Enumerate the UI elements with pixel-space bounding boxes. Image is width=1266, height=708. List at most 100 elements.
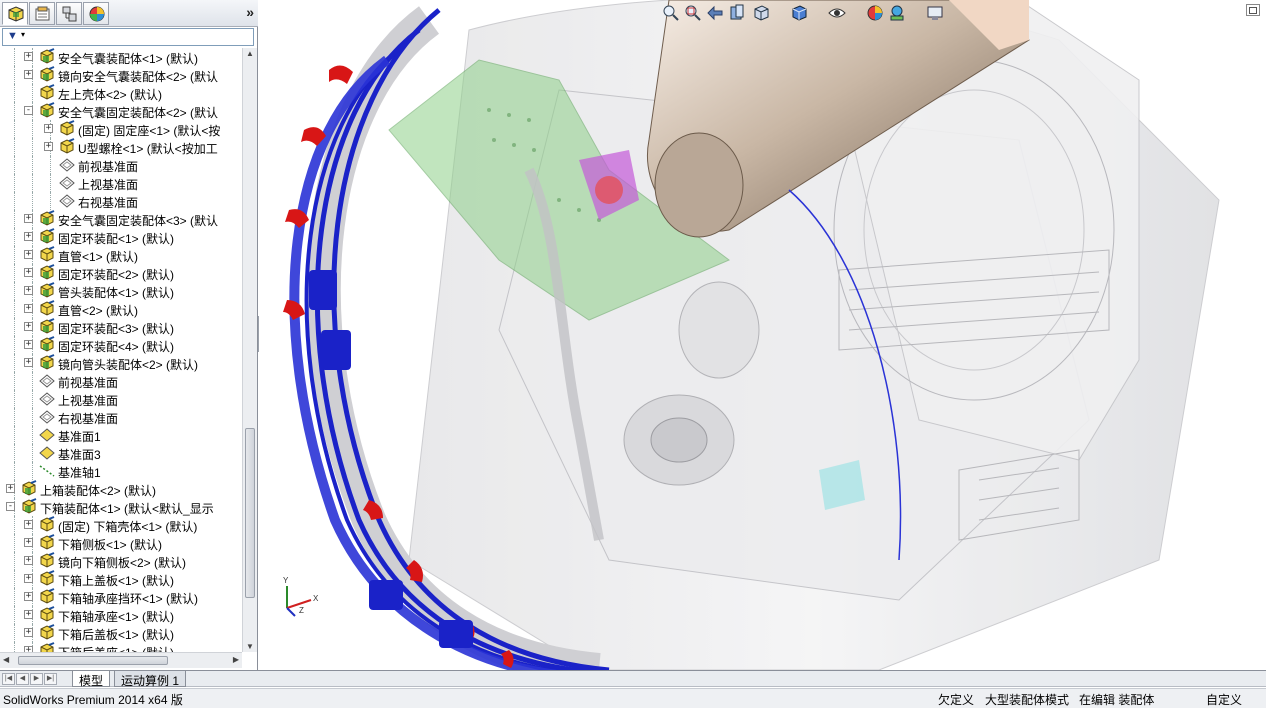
zoom-to-fit-icon[interactable]	[661, 3, 681, 23]
tree-item[interactable]: + 直管<1> (默认)	[0, 246, 242, 264]
expand-icon[interactable]: +	[24, 250, 33, 259]
tree-item[interactable]: + 镜向下箱侧板<2> (默认)	[0, 552, 242, 570]
last-tab-icon[interactable]: ▶|	[44, 673, 57, 685]
tree-item[interactable]: + (固定) 下箱壳体<1> (默认)	[0, 516, 242, 534]
tree-item[interactable]: + U型螺栓<1> (默认<按加工	[0, 138, 242, 156]
featuremanager-tree-icon[interactable]	[2, 2, 28, 25]
tree-item[interactable]: 前视基准面	[0, 156, 242, 174]
tree-item-label: 前视基准面	[58, 376, 119, 390]
tree-horizontal-scrollbar[interactable]: ◀ ▶	[0, 652, 242, 668]
tree-guide-line	[32, 156, 33, 174]
collapse-icon[interactable]: -	[6, 502, 15, 511]
tree-item[interactable]: + 下箱轴承座<1> (默认)	[0, 606, 242, 624]
assembly-icon	[38, 48, 56, 66]
tree-item[interactable]: + 固定环装配<1> (默认)	[0, 228, 242, 246]
assembly-model-render[interactable]	[259, 0, 1266, 670]
expand-icon[interactable]: +	[24, 610, 33, 619]
tree-vertical-scrollbar[interactable]: ▲ ▼	[242, 48, 257, 652]
expand-icon[interactable]: +	[24, 358, 33, 367]
view-settings-icon[interactable]	[925, 3, 945, 23]
apply-scene-icon[interactable]	[887, 3, 907, 23]
filter-dropdown-icon[interactable]: ▾	[21, 30, 25, 39]
next-tab-icon[interactable]: ▶	[30, 673, 43, 685]
expand-icon[interactable]: +	[24, 520, 33, 529]
tree-item[interactable]: + 安全气囊固定装配体<3> (默认	[0, 210, 242, 228]
tree-item[interactable]: + 下箱上盖板<1> (默认)	[0, 570, 242, 588]
tree-item[interactable]: - 安全气囊固定装配体<2> (默认	[0, 102, 242, 120]
hide-show-items-icon[interactable]	[827, 3, 847, 23]
tree-filter[interactable]: ▼ ▾	[2, 28, 254, 46]
tree-item[interactable]: 基准轴1	[0, 462, 242, 480]
propertymanager-icon[interactable]	[29, 2, 55, 25]
tree-item[interactable]: 基准面3	[0, 444, 242, 462]
expand-icon[interactable]: +	[24, 322, 33, 331]
expand-icon[interactable]: +	[24, 232, 33, 241]
tree-vertical-scroll-thumb[interactable]	[245, 428, 255, 598]
expand-icon[interactable]: +	[24, 556, 33, 565]
zoom-to-area-icon[interactable]	[683, 3, 703, 23]
expand-icon[interactable]: +	[24, 538, 33, 547]
tree-item[interactable]: + 下箱后盖板<1> (默认)	[0, 624, 242, 642]
expand-icon[interactable]: +	[44, 142, 53, 151]
expand-icon[interactable]: +	[24, 628, 33, 637]
previous-view-icon[interactable]	[705, 3, 725, 23]
tree-item[interactable]: + 下箱轴承座挡环<1> (默认)	[0, 588, 242, 606]
tree-item[interactable]: 上视基准面	[0, 174, 242, 192]
display-style-icon[interactable]	[789, 3, 809, 23]
section-view-icon[interactable]	[727, 3, 747, 23]
configurationmanager-icon[interactable]	[56, 2, 82, 25]
part-icon	[38, 516, 56, 534]
tree-item[interactable]: + 上箱装配体<2> (默认)	[0, 480, 242, 498]
tree-item[interactable]: + 安全气囊装配体<1> (默认)	[0, 48, 242, 66]
tree-guide-line	[50, 156, 51, 174]
tree-item[interactable]: - 下箱装配体<1> (默认<默认_显示	[0, 498, 242, 516]
tree-item[interactable]: + 下箱侧板<1> (默认)	[0, 534, 242, 552]
tree-item[interactable]: 右视基准面	[0, 192, 242, 210]
tree-item[interactable]: 基准面1	[0, 426, 242, 444]
restore-viewport-icon[interactable]	[1246, 4, 1260, 16]
status-editing: 在编辑 装配体	[1079, 693, 1155, 707]
expand-icon[interactable]: +	[44, 124, 53, 133]
tree-item[interactable]: + 固定环装配<3> (默认)	[0, 318, 242, 336]
appearance-manager-icon[interactable]	[83, 2, 109, 25]
expand-icon[interactable]: +	[24, 286, 33, 295]
tab-motion-study[interactable]: 运动算例 1	[114, 671, 187, 688]
tree-item[interactable]: + 直管<2> (默认)	[0, 300, 242, 318]
expand-icon[interactable]: +	[24, 70, 33, 79]
status-units[interactable]: 自定义	[1206, 691, 1242, 708]
tree-item[interactable]: 上视基准面	[0, 390, 242, 408]
collapse-icon[interactable]: -	[24, 106, 33, 115]
view-orientation-icon[interactable]	[751, 3, 771, 23]
tree-item-label: 右视基准面	[58, 412, 119, 426]
tab-model[interactable]: 模型	[72, 671, 111, 688]
expand-icon[interactable]: +	[24, 304, 33, 313]
tree-item[interactable]: 前视基准面	[0, 372, 242, 390]
tree-item[interactable]: + 镜向管头装配体<2> (默认)	[0, 354, 242, 372]
scroll-down-icon[interactable]: ▼	[246, 642, 254, 651]
expand-icon[interactable]: +	[6, 484, 15, 493]
tree-item[interactable]: + 固定环装配<2> (默认)	[0, 264, 242, 282]
scroll-right-icon[interactable]: ▶	[233, 655, 239, 664]
tree-item[interactable]: + 镜向安全气囊装配体<2> (默认	[0, 66, 242, 84]
tree-item[interactable]: + 固定环装配<4> (默认)	[0, 336, 242, 354]
tree-item-label: 下箱轴承座挡环<1> (默认)	[58, 592, 199, 606]
first-tab-icon[interactable]: |◀	[2, 673, 15, 685]
expand-icon[interactable]: +	[24, 592, 33, 601]
tree-item[interactable]: +下箱后盖座<1> (默认)	[0, 642, 242, 652]
expand-icon[interactable]: +	[24, 52, 33, 61]
tree-item[interactable]: 右视基准面	[0, 408, 242, 426]
expand-icon[interactable]: +	[24, 340, 33, 349]
tree-item[interactable]: + (固定) 固定座<1> (默认<按	[0, 120, 242, 138]
expand-icon[interactable]: +	[24, 574, 33, 583]
tree-horizontal-scroll-thumb[interactable]	[18, 656, 168, 665]
scroll-up-icon[interactable]: ▲	[246, 49, 254, 58]
edit-appearance-icon[interactable]	[865, 3, 885, 23]
graphics-area[interactable]: Y X Z	[259, 0, 1266, 670]
expand-icon[interactable]: +	[24, 268, 33, 277]
tree-item[interactable]: 左上壳体<2> (默认)	[0, 84, 242, 102]
panel-tabs-more-icon[interactable]: »	[246, 4, 254, 20]
prev-tab-icon[interactable]: ◀	[16, 673, 29, 685]
expand-icon[interactable]: +	[24, 214, 33, 223]
tree-item[interactable]: + 管头装配体<1> (默认)	[0, 282, 242, 300]
scroll-left-icon[interactable]: ◀	[3, 655, 9, 664]
